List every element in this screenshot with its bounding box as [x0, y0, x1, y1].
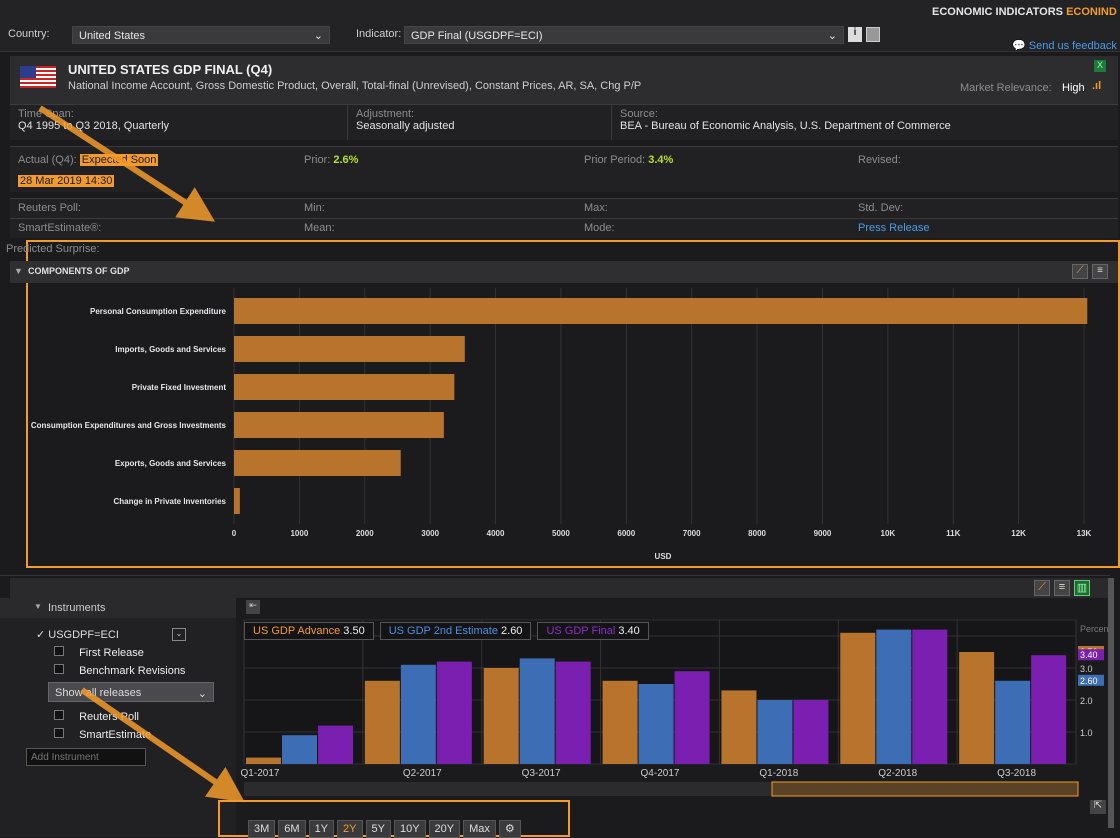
annotation-arrows: [38, 105, 245, 803]
arrow-icon: [80, 687, 245, 803]
arrow-icon: [38, 105, 216, 222]
